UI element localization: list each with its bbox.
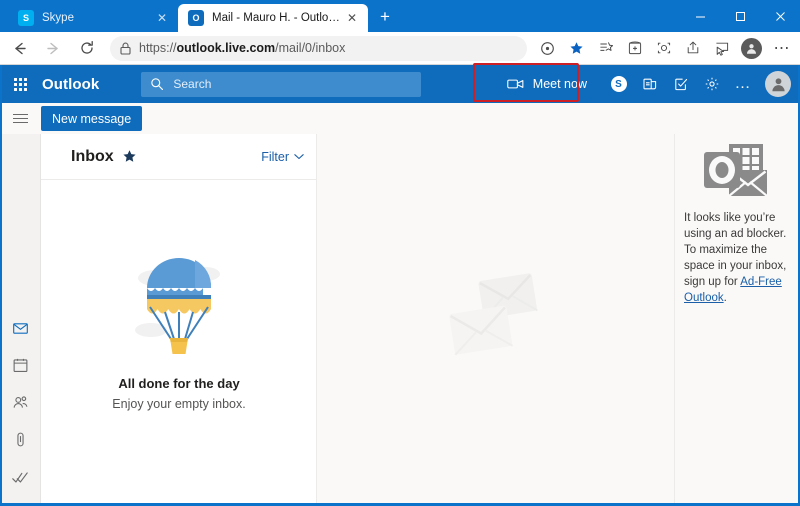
app-launcher-icon[interactable]	[0, 65, 40, 103]
search-icon	[150, 77, 164, 91]
browser-tab-skype[interactable]: S Skype ✕	[8, 4, 178, 32]
message-list-pane: Inbox Filter	[41, 134, 317, 503]
minimize-button[interactable]	[680, 0, 720, 32]
browser-address-bar: https://outlook.live.com/mail/0/inbox	[0, 32, 800, 65]
app-rail	[0, 134, 41, 503]
ad-blocker-message: It looks like you’re using an ad blocker…	[684, 210, 792, 306]
window-edge-left	[0, 65, 2, 506]
tasks-button[interactable]	[665, 65, 696, 103]
meet-now-button[interactable]: Meet now	[497, 70, 597, 98]
web-capture-icon[interactable]	[649, 34, 678, 63]
forward-arrow-icon	[38, 33, 68, 63]
tab-strip: S Skype ✕ O Mail - Mauro H. - Outlook ✕ …	[0, 0, 398, 32]
settings-button[interactable]	[696, 65, 727, 103]
search-box[interactable]	[141, 72, 421, 97]
profile-avatar[interactable]	[741, 38, 762, 59]
outlook-logo-gray	[699, 142, 777, 204]
sidebar-item-people[interactable]	[0, 384, 41, 421]
web-select-icon[interactable]	[707, 34, 736, 63]
new-message-button[interactable]: New message	[41, 106, 142, 131]
sidebar-item-mail[interactable]	[0, 310, 41, 347]
meet-now-label: Meet now	[533, 77, 587, 91]
browser-toolbar-icons: ⋯	[533, 34, 800, 63]
browser-title-bar: S Skype ✕ O Mail - Mauro H. - Outlook ✕ …	[0, 0, 800, 32]
sidebar-item-to-do[interactable]	[0, 458, 41, 495]
sidebar-item-calendar[interactable]	[0, 347, 41, 384]
filter-label: Filter	[261, 150, 289, 164]
close-icon[interactable]: ✕	[154, 10, 170, 26]
filter-button[interactable]: Filter	[261, 150, 304, 164]
outlook-app-header: Outlook Meet now S	[0, 65, 800, 103]
waffle-grid	[14, 78, 27, 91]
share-icon[interactable]	[678, 34, 707, 63]
url-path: /mail/0/inbox	[275, 41, 345, 55]
tab-title: Skype	[42, 12, 150, 24]
more-options-button[interactable]: …	[727, 65, 758, 103]
outlook-favicon: O	[188, 10, 204, 26]
skype-icon: S	[611, 76, 627, 92]
hot-air-balloon-illustration	[129, 244, 229, 362]
skype-button[interactable]: S	[603, 65, 634, 103]
message-list-header: Inbox Filter	[41, 134, 316, 180]
empty-state-subtitle: Enjoy your empty inbox.	[112, 397, 245, 411]
url-scheme: https://	[139, 41, 177, 55]
sidebar-item-files[interactable]	[0, 421, 41, 458]
maximize-button[interactable]	[720, 0, 760, 32]
browser-window: S Skype ✕ O Mail - Mauro H. - Outlook ✕ …	[0, 0, 800, 506]
reading-pane	[318, 134, 675, 503]
close-icon[interactable]: ✕	[344, 10, 360, 26]
video-camera-icon	[507, 78, 524, 90]
page-title: Inbox	[71, 148, 114, 166]
reload-icon[interactable]	[72, 33, 102, 63]
url-input[interactable]: https://outlook.live.com/mail/0/inbox	[110, 36, 527, 61]
url-host: outlook.live.com	[177, 41, 276, 55]
chevron-down-icon	[294, 153, 304, 160]
favorite-star-icon[interactable]	[562, 34, 591, 63]
skype-favicon: S	[18, 10, 34, 26]
ad-message-tail: .	[724, 292, 727, 304]
outlook-header-actions: Meet now S	[497, 65, 800, 103]
browser-essentials-icon[interactable]	[620, 34, 649, 63]
ad-pane: It looks like you’re using an ad blocker…	[676, 134, 800, 503]
star-icon[interactable]	[122, 149, 137, 164]
tab-title: Mail - Mauro H. - Outlook	[212, 12, 340, 24]
new-tab-button[interactable]: +	[372, 4, 398, 30]
settings-more-icon[interactable]: ⋯	[767, 34, 796, 63]
navigation-menu-toggle[interactable]	[0, 103, 41, 134]
empty-inbox-state: All done for the day Enjoy your empty in…	[41, 244, 317, 411]
close-button[interactable]	[760, 0, 800, 32]
back-arrow-icon[interactable]	[4, 33, 34, 63]
collections-icon[interactable]	[591, 34, 620, 63]
outlook-body: New message	[0, 103, 800, 503]
command-bar: New message	[0, 103, 800, 134]
outlook-brand[interactable]: Outlook	[42, 76, 99, 93]
reading-view-icon[interactable]	[533, 34, 562, 63]
user-avatar[interactable]	[765, 71, 791, 97]
lock-icon	[120, 42, 131, 55]
empty-state-title: All done for the day	[118, 376, 239, 391]
window-controls	[680, 0, 800, 32]
search-input[interactable]	[173, 77, 412, 91]
envelopes-watermark	[436, 271, 556, 366]
teams-button[interactable]	[634, 65, 665, 103]
browser-tab-outlook[interactable]: O Mail - Mauro H. - Outlook ✕	[178, 4, 368, 32]
